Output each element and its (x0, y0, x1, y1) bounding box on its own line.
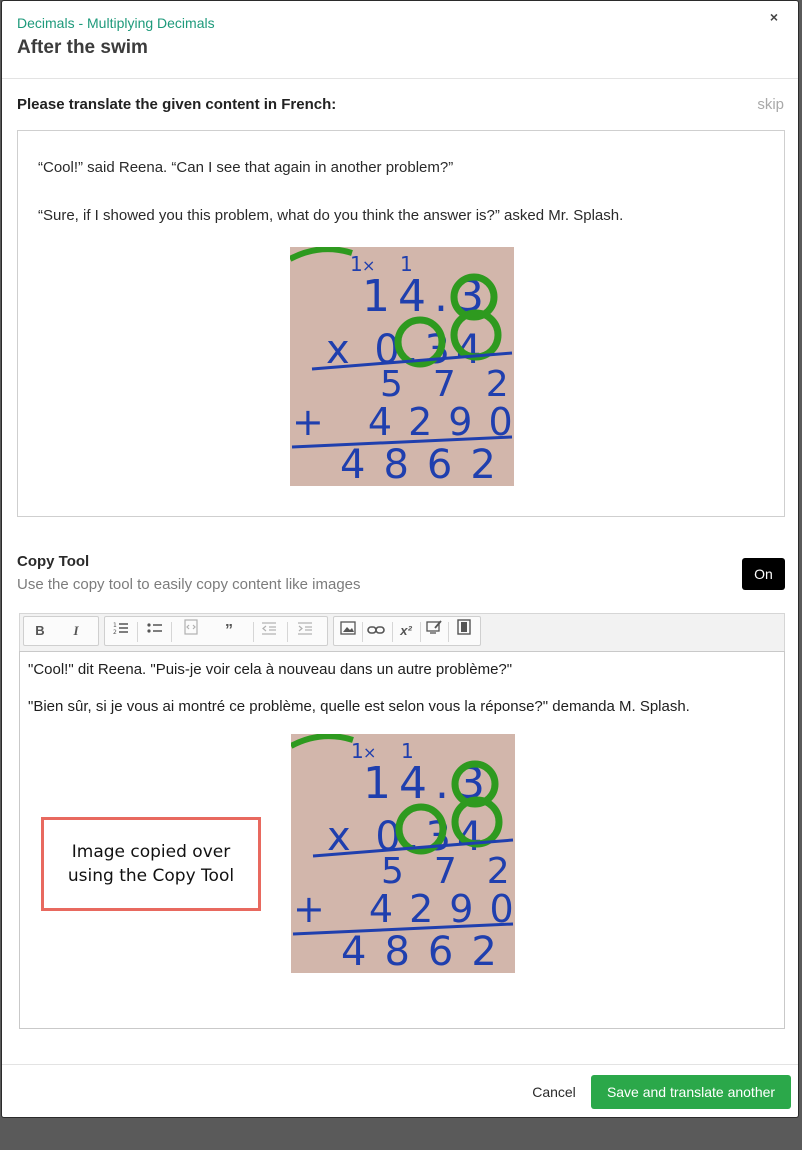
ordered-list-icon[interactable]: 12 (109, 619, 133, 643)
result-number: 4862 (340, 442, 514, 486)
save-and-translate-button[interactable]: Save and translate another (591, 1075, 791, 1109)
paint-icon[interactable] (422, 619, 446, 643)
math-problem-image: 1 × 1 14.3 x 0.34 572 + 4290 4862 (290, 247, 514, 486)
close-icon[interactable]: × (770, 9, 778, 25)
quote-icon[interactable]: ” (217, 619, 241, 643)
source-paragraph: “Sure, if I showed you this problem, wha… (38, 207, 624, 224)
toolbar-divider (392, 622, 393, 642)
modal-header: Decimals - Multiplying Decimals After th… (2, 1, 798, 79)
carry-digit: 1 (351, 739, 364, 763)
annotation-line: Image copied over (71, 842, 231, 862)
bulleted-list-icon[interactable] (143, 619, 167, 643)
copied-math-image[interactable]: 1 × 1 14.3 x 0.34 572 + 4290 4862 (291, 734, 515, 973)
superscript-icon[interactable]: x² (394, 619, 418, 643)
footer-divider (2, 1064, 798, 1065)
partial-product: 572 (381, 851, 515, 892)
svg-text:1: 1 (113, 622, 117, 629)
toolbar-group-insert: x² (333, 616, 481, 646)
carry-digit: 1 (350, 252, 363, 276)
toolbar-divider (448, 622, 449, 642)
annotation-line: using the Copy Tool (67, 866, 235, 886)
result-number: 4862 (341, 929, 515, 973)
toolbar-divider (137, 622, 138, 642)
indent-icon[interactable] (293, 619, 317, 643)
annotation-callout: Image copied over using the Copy Tool (41, 817, 261, 911)
editor-toolbar: B I 12 ” x² (19, 613, 785, 651)
link-icon[interactable] (364, 619, 388, 643)
toolbar-divider (171, 622, 172, 642)
copy-tool-toggle[interactable]: On (742, 558, 785, 590)
svg-text:2: 2 (113, 629, 117, 635)
toolbar-divider (287, 622, 288, 642)
editor-paragraph[interactable]: "Cool!" dit Reena. "Puis-je voir cela à … (28, 661, 512, 678)
source-content-box: “Cool!” said Reena. “Can I see that agai… (17, 130, 785, 517)
translate-prompt: Please translate the given content in Fr… (17, 96, 337, 113)
bold-icon[interactable]: B (28, 619, 52, 643)
source-icon[interactable] (179, 619, 203, 643)
translation-modal: Decimals - Multiplying Decimals After th… (1, 0, 799, 1118)
toolbar-divider (253, 622, 254, 642)
partial-product: 572 (380, 364, 514, 405)
breadcrumb[interactable]: Decimals - Multiplying Decimals (17, 15, 215, 31)
toolbar-group-paragraph: 12 ” (104, 616, 328, 646)
page-title: After the swim (17, 37, 148, 58)
copy-tool-description: Use the copy tool to easily copy content… (17, 576, 361, 593)
toolbar-divider (362, 622, 363, 642)
italic-icon[interactable]: I (64, 619, 88, 643)
skip-link[interactable]: skip (757, 96, 784, 113)
editor-paragraph[interactable]: "Bien sûr, si je vous ai montré ce probl… (28, 698, 690, 715)
outdent-icon[interactable] (257, 619, 281, 643)
image-icon[interactable] (336, 619, 360, 643)
copy-tool-title: Copy Tool (17, 553, 90, 570)
video-icon[interactable] (452, 619, 476, 643)
cancel-button[interactable]: Cancel (523, 1075, 585, 1109)
source-paragraph: “Cool!” said Reena. “Can I see that agai… (38, 159, 454, 176)
toolbar-group-format: B I (23, 616, 99, 646)
toolbar-divider (420, 622, 421, 642)
